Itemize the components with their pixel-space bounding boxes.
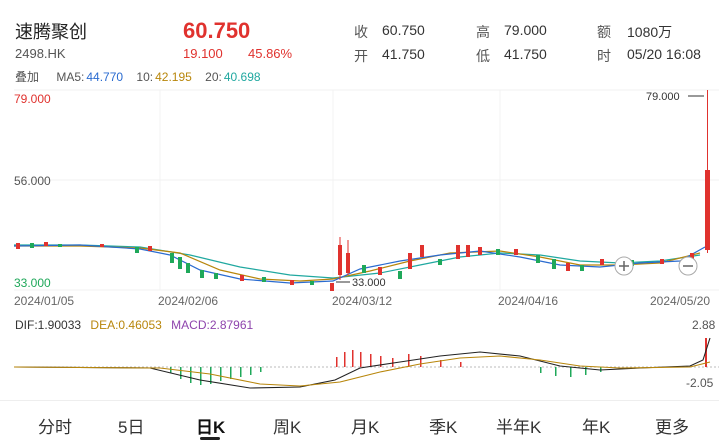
tab-halfyear-k[interactable]: 半年K	[496, 413, 541, 438]
time-value: 05/20 16:08	[627, 46, 701, 62]
low-label: 低	[476, 48, 490, 64]
open-label: 开	[354, 48, 368, 64]
x-label-5: 2024/05/20	[650, 294, 710, 308]
zoom-in-icon[interactable]	[614, 256, 634, 276]
overlay-button[interactable]: 叠加	[15, 70, 39, 84]
tab-timeshare[interactable]: 分时	[38, 413, 72, 438]
x-label-3: 2024/03/12	[332, 294, 392, 308]
stock-name: 速腾聚创	[15, 22, 87, 42]
high-marker-label: 79.000	[646, 91, 680, 103]
macd-chart[interactable]	[0, 332, 719, 394]
y-axis-top-label: 79.000	[14, 92, 51, 106]
dif-label: DIF:	[15, 318, 38, 332]
tab-5day[interactable]: 5日	[118, 413, 144, 438]
ma5-label: MA5:	[56, 70, 85, 84]
x-label-1: 2024/01/05	[14, 294, 74, 308]
tab-yearly-k[interactable]: 年K	[582, 413, 610, 438]
ma-legend: 叠加 MA5: 44.770 10: 42.195 20: 40.698	[15, 68, 263, 85]
macd-label: MACD:	[171, 318, 210, 332]
y-axis-bottom-label: 33.000	[14, 276, 51, 290]
macd-legend: DIF:1.90033 DEA:0.46053 MACD:2.87961	[15, 318, 253, 332]
ma20-line	[14, 244, 701, 279]
low-marker-label: 33.000	[352, 277, 386, 289]
close-label: 收	[354, 24, 368, 40]
tab-quarterly-k[interactable]: 季K	[429, 413, 457, 438]
ma20-label: 20:	[205, 70, 222, 84]
active-tab-indicator	[200, 437, 220, 440]
x-label-4: 2024/04/16	[498, 294, 558, 308]
ma5-value: 44.770	[86, 70, 124, 84]
macd-y-top: 2.88	[692, 318, 716, 332]
low-value: 41.750	[504, 46, 547, 62]
kline-chart[interactable]: 79.000 56.000 33.000 79.000 33.000 2024/…	[0, 85, 719, 310]
x-label-2: 2024/02/06	[158, 294, 218, 308]
open-value: 41.750	[382, 46, 425, 62]
macd-value: 2.87961	[209, 318, 254, 332]
tab-weekly-k[interactable]: 周K	[273, 413, 301, 438]
tab-monthly-k[interactable]: 月K	[351, 413, 379, 438]
dea-label: DEA:	[90, 318, 119, 332]
tab-daily-k[interactable]: 日K	[196, 413, 225, 438]
price-change-pct: 45.86%	[248, 46, 293, 61]
dea-line	[13, 355, 711, 387]
y-axis-mid-label: 56.000	[14, 174, 51, 188]
zoom-out-icon[interactable]	[678, 256, 698, 276]
current-price: 60.750	[183, 18, 251, 43]
turnover-label: 额	[597, 24, 611, 40]
period-tabs: 分时 5日 日K 周K 月K 季K 半年K 年K 更多	[0, 400, 719, 444]
high-value: 79.000	[504, 22, 547, 38]
ma10-value: 42.195	[155, 70, 192, 84]
time-label: 时	[597, 48, 611, 64]
ma10-label: 10:	[136, 70, 154, 84]
dea-value: 0.46053	[118, 318, 162, 332]
price-change: 19.100	[183, 46, 223, 61]
candles	[16, 90, 710, 291]
dif-value: 1.90033	[37, 318, 82, 332]
close-value: 60.750	[382, 22, 425, 38]
stock-code: 2498.HK	[15, 46, 66, 61]
dif-line	[13, 337, 711, 389]
tab-more[interactable]: 更多	[655, 413, 689, 438]
ma20-value: 40.698	[223, 70, 261, 84]
turnover-value: 1080万	[627, 24, 673, 40]
high-label: 高	[476, 24, 490, 40]
